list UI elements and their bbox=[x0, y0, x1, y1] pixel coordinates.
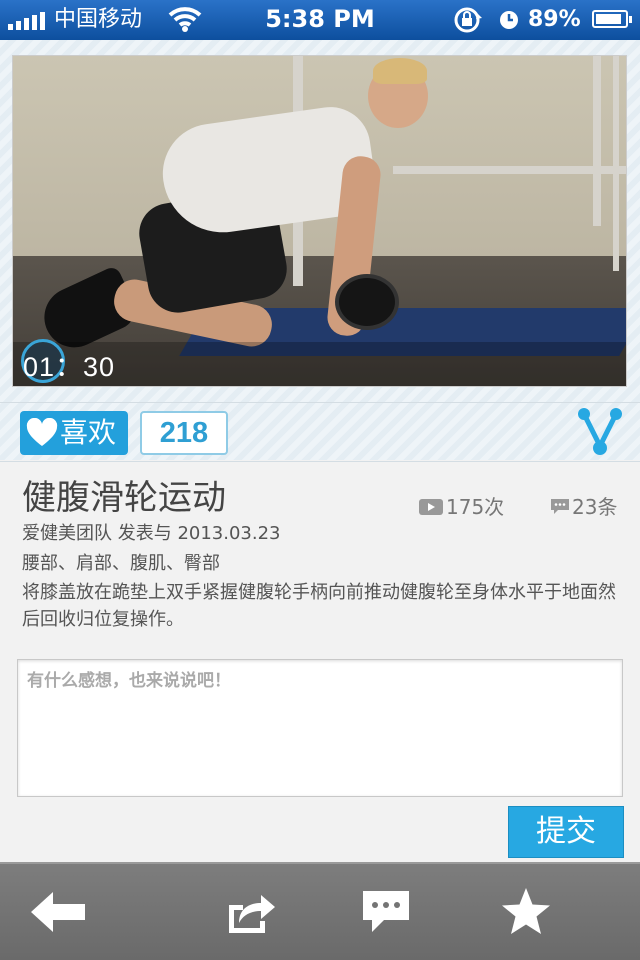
favorite-star-icon bbox=[502, 888, 550, 934]
alarm-icon bbox=[500, 11, 518, 29]
share-icon bbox=[229, 895, 275, 933]
workout-description: 将膝盖放在跪垫上双手紧握健腹轮手柄向前推动健腹轮至身体水平于地面然后回收归位复操… bbox=[22, 582, 616, 630]
status-bar: 中国移动 5:38 PM 89% bbox=[0, 0, 640, 40]
view-count: 175次 bbox=[418, 493, 504, 521]
rotation-lock-icon bbox=[454, 7, 482, 33]
comment-bubble-icon bbox=[551, 499, 569, 514]
share-network-icon[interactable] bbox=[576, 402, 624, 458]
back-arrow-icon bbox=[31, 892, 85, 932]
like-count: 218 bbox=[140, 411, 228, 455]
battery-percentage: 89% bbox=[528, 7, 581, 32]
like-button[interactable]: 喜欢 bbox=[20, 411, 128, 455]
submit-button[interactable]: 提交 bbox=[508, 806, 624, 858]
workout-info: 健腹滑轮运动 175次 23条 爱健美团队 发表与 2013.03.23 腰部、… bbox=[0, 463, 640, 638]
battery-icon bbox=[592, 10, 632, 28]
video-icon bbox=[419, 499, 443, 515]
comment-input[interactable] bbox=[17, 659, 623, 797]
heart-icon bbox=[26, 418, 58, 446]
share-button[interactable] bbox=[220, 884, 280, 940]
author-date: 爱健美团队 发表与 2013.03.23 bbox=[22, 523, 281, 544]
body-part-tags: 腰部、肩部、腹肌、臀部 bbox=[22, 553, 220, 574]
comment-icon bbox=[363, 891, 409, 932]
back-button[interactable] bbox=[28, 884, 88, 940]
like-label: 喜欢 bbox=[60, 416, 117, 449]
ab-wheel bbox=[335, 274, 399, 330]
like-bar: 喜欢 218 bbox=[0, 402, 640, 462]
comment-button[interactable] bbox=[356, 884, 416, 940]
video-player[interactable]: 01：30 bbox=[12, 55, 627, 387]
workout-title: 健腹滑轮运动 bbox=[22, 478, 226, 518]
view-count-text: 175次 bbox=[446, 495, 505, 519]
favorite-button[interactable] bbox=[496, 884, 556, 940]
comment-count: 23条 bbox=[550, 493, 617, 521]
comment-count-text: 23条 bbox=[572, 495, 618, 519]
video-duration: 01：30 bbox=[23, 352, 116, 382]
bottom-toolbar bbox=[0, 864, 640, 960]
